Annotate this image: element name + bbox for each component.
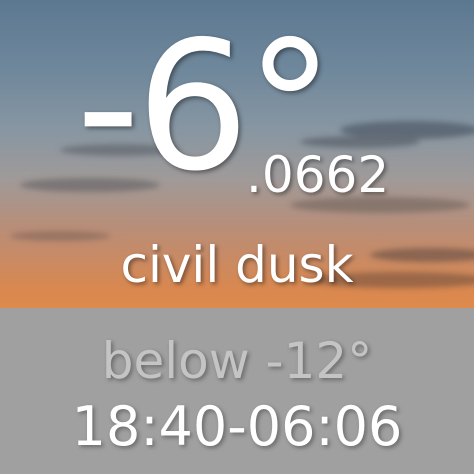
sunset-sky-background: -6° .0662 civil dusk [0, 0, 474, 308]
sun-altitude-fraction: .0662 [246, 146, 390, 204]
temperature-display: -6° .0662 [0, 0, 474, 240]
threshold-label: below -12° [101, 332, 373, 390]
time-range: 18:40-06:06 [71, 395, 403, 458]
next-phase-panel: below -12° 18:40-06:06 [0, 308, 474, 474]
twilight-phase-label: civil dusk [120, 236, 354, 294]
watch-face: -6° .0662 civil dusk below -12° 18:40-06… [0, 0, 474, 474]
